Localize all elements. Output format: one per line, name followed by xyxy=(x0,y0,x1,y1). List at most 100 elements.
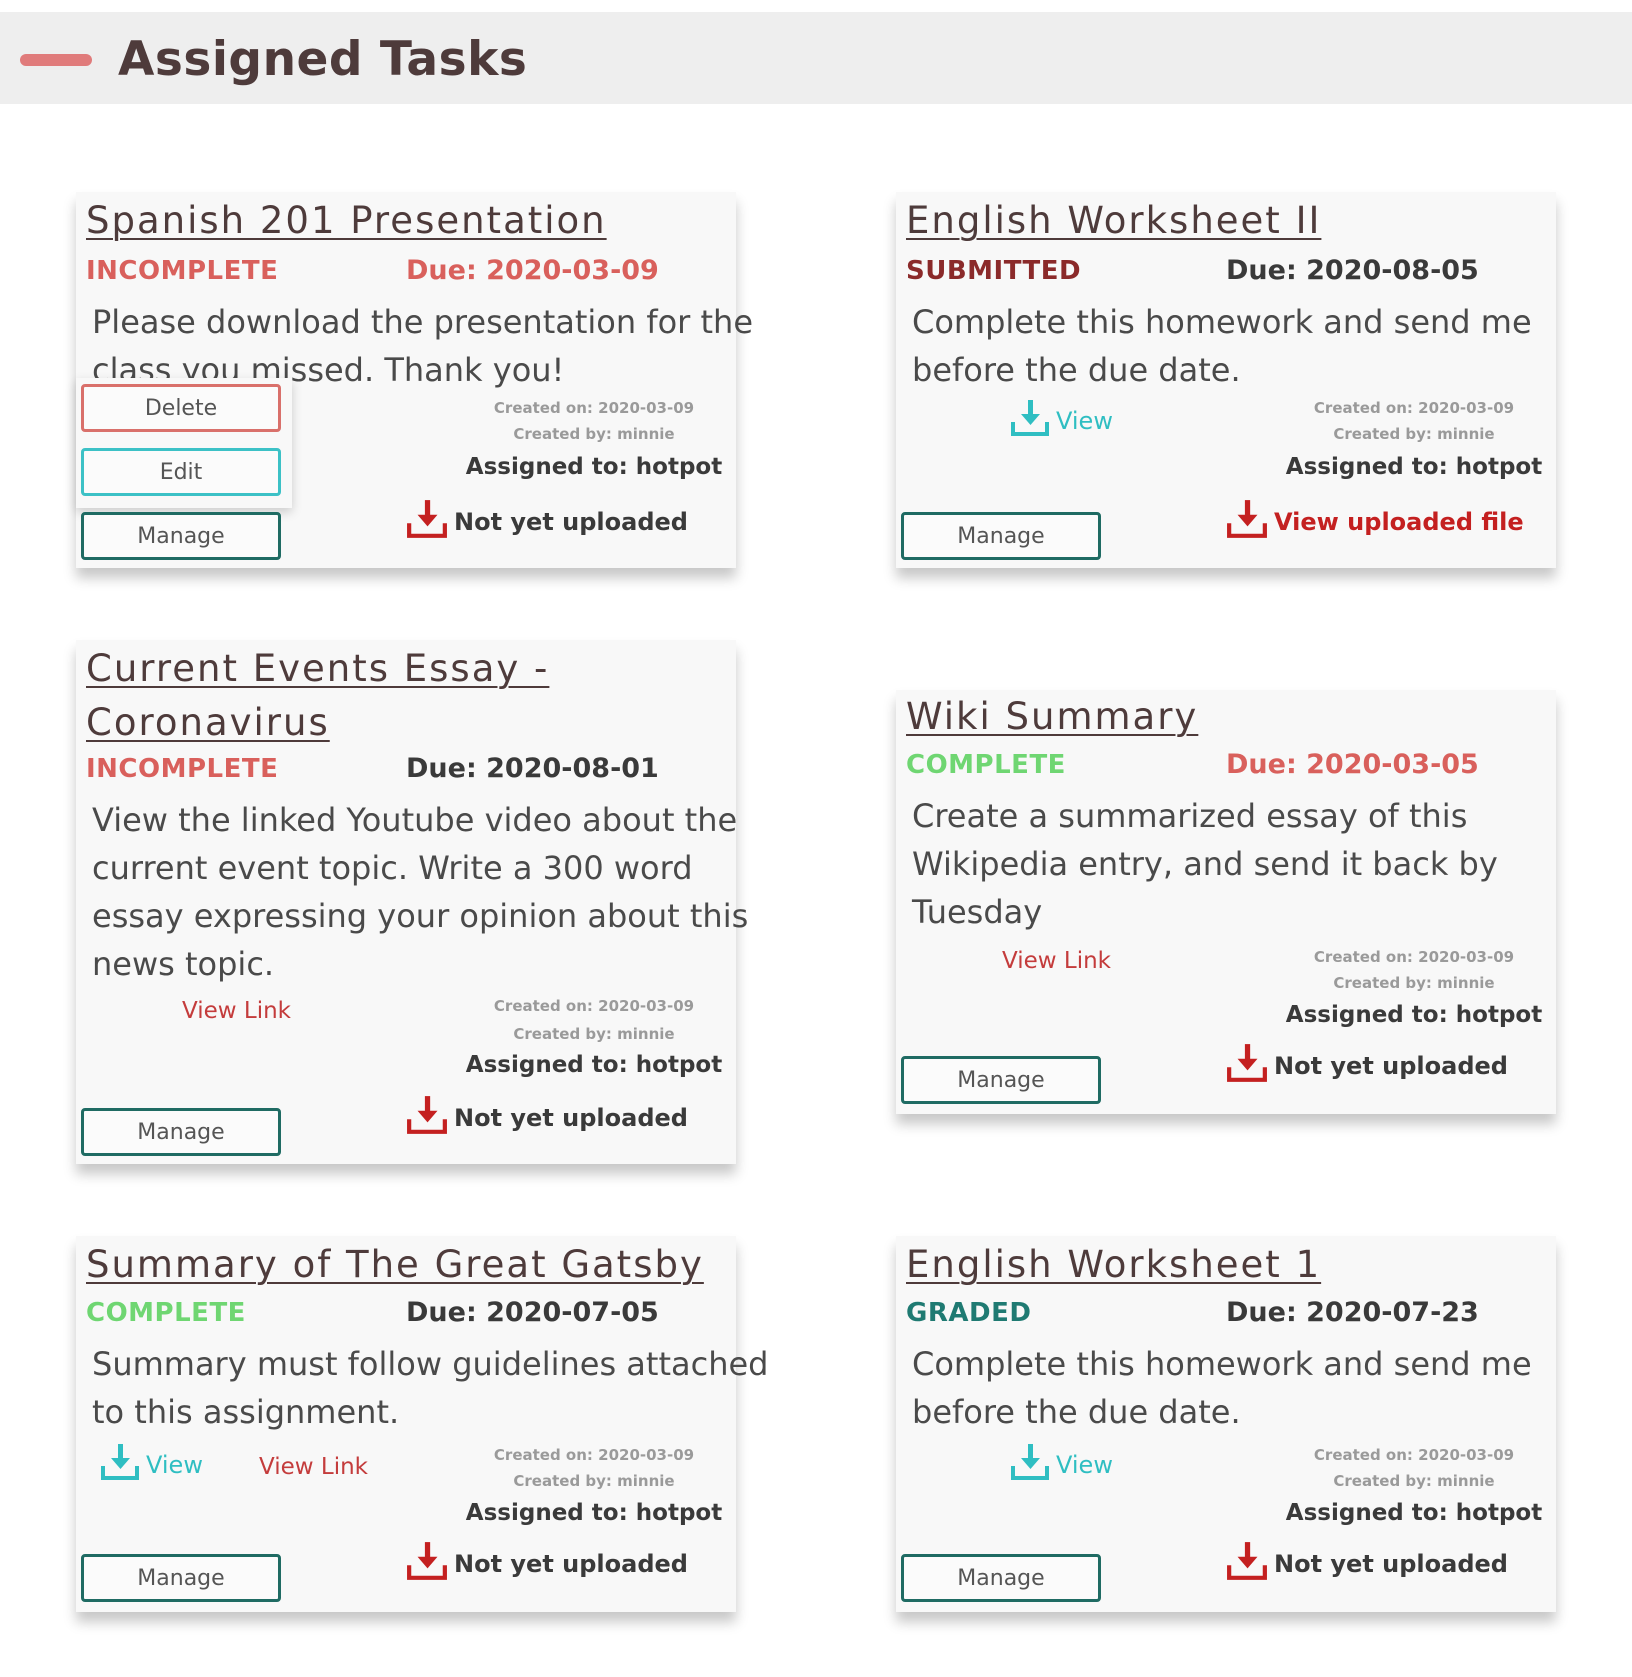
created-by: Created by: minnie xyxy=(1333,1472,1495,1490)
description-line: before the due date. xyxy=(912,351,1241,389)
upload-icon xyxy=(406,1540,448,1588)
upload-status-text: Not yet uploaded xyxy=(454,508,688,536)
task-description: Complete this homework and send me befor… xyxy=(912,298,1542,394)
created-by: Created by: minnie xyxy=(1333,425,1495,443)
upload-status-text: Not yet uploaded xyxy=(454,1550,688,1578)
upload-status: Not yet uploaded xyxy=(1226,1542,1508,1584)
task-description: Summary must follow guidelines attached … xyxy=(92,1340,768,1436)
upload-status: Not yet uploaded xyxy=(406,1542,688,1584)
description-line: View the linked Youtube video about the xyxy=(92,801,738,839)
task-card: English Worksheet II SUBMITTED Due: 2020… xyxy=(896,192,1556,568)
upload-icon xyxy=(406,498,448,546)
status-badge: COMPLETE xyxy=(86,1298,246,1328)
task-title[interactable]: English Worksheet II xyxy=(906,194,1321,248)
task-title[interactable]: Wiki Summary xyxy=(906,690,1198,744)
upload-status: Not yet uploaded xyxy=(406,1096,688,1138)
description-line: to this assignment. xyxy=(92,1393,400,1431)
created-on: Created on: 2020-03-09 xyxy=(493,1446,695,1464)
status-badge: GRADED xyxy=(906,1298,1032,1328)
status-badge: COMPLETE xyxy=(906,750,1066,780)
page-title: Assigned Tasks xyxy=(118,32,528,87)
upload-status-text: Not yet uploaded xyxy=(1274,1550,1508,1578)
download-icon xyxy=(1010,1442,1050,1488)
task-description: Create a summarized essay of this Wikipe… xyxy=(912,792,1542,936)
view-attachment-link[interactable]: View xyxy=(1010,398,1113,444)
page-header: Assigned Tasks xyxy=(0,12,1632,104)
due-date: Due: 2020-08-05 xyxy=(1226,255,1479,286)
assigned-to: Assigned to: hotpot xyxy=(465,454,723,480)
task-title[interactable]: Spanish 201 Presentation xyxy=(86,194,607,248)
title-line: Current Events Essay - xyxy=(86,647,550,690)
task-card: English Worksheet 1 GRADED Due: 2020-07-… xyxy=(896,1236,1556,1612)
task-card: Current Events Essay - Coronavirus INCOM… xyxy=(76,640,749,1164)
status-badge: INCOMPLETE xyxy=(86,754,279,784)
delete-button[interactable]: Delete xyxy=(81,384,281,432)
title-line: Coronavirus xyxy=(86,701,330,744)
task-card: Summary of The Great Gatsby COMPLETE Due… xyxy=(76,1236,768,1612)
upload-status: Not yet uploaded xyxy=(1226,1044,1508,1086)
created-on: Created on: 2020-03-09 xyxy=(1313,948,1515,966)
manage-button[interactable]: Manage xyxy=(81,512,281,560)
task-title[interactable]: English Worksheet 1 xyxy=(906,1238,1321,1292)
manage-button[interactable]: Manage xyxy=(81,1554,281,1602)
status-badge: SUBMITTED xyxy=(906,256,1082,286)
description-line: Wikipedia entry, and send it back by xyxy=(912,845,1498,883)
task-description: Complete this homework and send me befor… xyxy=(912,1340,1542,1436)
status-badge: INCOMPLETE xyxy=(86,256,279,286)
description-line: Create a summarized essay of this xyxy=(912,797,1468,835)
created-by: Created by: minnie xyxy=(513,425,675,443)
description-line: Complete this homework and send me xyxy=(912,1345,1532,1383)
manage-button[interactable]: Manage xyxy=(901,1056,1101,1104)
edit-button[interactable]: Edit xyxy=(81,448,281,496)
view-attachment-link[interactable]: View xyxy=(1010,1442,1113,1488)
assigned-to: Assigned to: hotpot xyxy=(1285,1500,1543,1526)
created-on: Created on: 2020-03-09 xyxy=(493,997,695,1015)
assigned-to: Assigned to: hotpot xyxy=(465,1052,723,1078)
task-card: Spanish 201 Presentation INCOMPLETE Due:… xyxy=(76,192,754,568)
description-line: essay expressing your opinion about this xyxy=(92,897,749,935)
view-attachment-link[interactable]: View xyxy=(100,1442,203,1488)
upload-icon xyxy=(1226,498,1268,546)
upload-icon xyxy=(1226,1540,1268,1588)
upload-status-text: Not yet uploaded xyxy=(1274,1052,1508,1080)
upload-icon xyxy=(406,1094,448,1142)
description-line: Tuesday xyxy=(912,893,1043,931)
assigned-to: Assigned to: hotpot xyxy=(1285,1002,1543,1028)
manage-button[interactable]: Manage xyxy=(81,1108,281,1156)
upload-status-text: View uploaded file xyxy=(1274,508,1524,536)
task-title[interactable]: Summary of The Great Gatsby xyxy=(86,1238,704,1292)
download-icon xyxy=(100,1442,140,1488)
created-by: Created by: minnie xyxy=(513,1025,675,1043)
due-date: Due: 2020-07-23 xyxy=(1226,1297,1479,1328)
assigned-to: Assigned to: hotpot xyxy=(465,1500,723,1526)
description-line: Please download the presentation for the xyxy=(92,303,754,341)
created-on: Created on: 2020-03-09 xyxy=(493,399,695,417)
description-line: news topic. xyxy=(92,945,275,983)
task-description: View the linked Youtube video about the … xyxy=(92,796,749,988)
created-on: Created on: 2020-03-09 xyxy=(1313,1446,1515,1464)
upload-status-text: Not yet uploaded xyxy=(454,1104,688,1132)
view-attachment-label: View xyxy=(1056,407,1113,435)
view-attachment-label: View xyxy=(1056,1451,1113,1479)
view-link[interactable]: View Link xyxy=(1002,948,1111,974)
description-line: current event topic. Write a 300 word xyxy=(92,849,693,887)
due-date: Due: 2020-03-05 xyxy=(1226,749,1479,780)
assigned-to: Assigned to: hotpot xyxy=(1285,454,1543,480)
description-line: Complete this homework and send me xyxy=(912,303,1532,341)
view-link[interactable]: View Link xyxy=(182,998,291,1024)
upload-icon xyxy=(1226,1042,1268,1090)
view-uploaded-file-link[interactable]: View uploaded file xyxy=(1226,500,1524,542)
download-icon xyxy=(1010,398,1050,444)
description-line: before the due date. xyxy=(912,1393,1241,1431)
task-title[interactable]: Current Events Essay - Coronavirus xyxy=(86,642,549,750)
created-by: Created by: minnie xyxy=(1333,974,1495,992)
view-link[interactable]: View Link xyxy=(259,1454,368,1480)
created-on: Created on: 2020-03-09 xyxy=(1313,399,1515,417)
due-date: Due: 2020-03-09 xyxy=(406,255,659,286)
manage-button[interactable]: Manage xyxy=(901,1554,1101,1602)
due-date: Due: 2020-07-05 xyxy=(406,1297,659,1328)
view-attachment-label: View xyxy=(146,1451,203,1479)
manage-button[interactable]: Manage xyxy=(901,512,1101,560)
collapse-toggle[interactable] xyxy=(20,54,92,66)
task-card: Wiki Summary COMPLETE Due: 2020-03-05 Cr… xyxy=(896,690,1556,1114)
